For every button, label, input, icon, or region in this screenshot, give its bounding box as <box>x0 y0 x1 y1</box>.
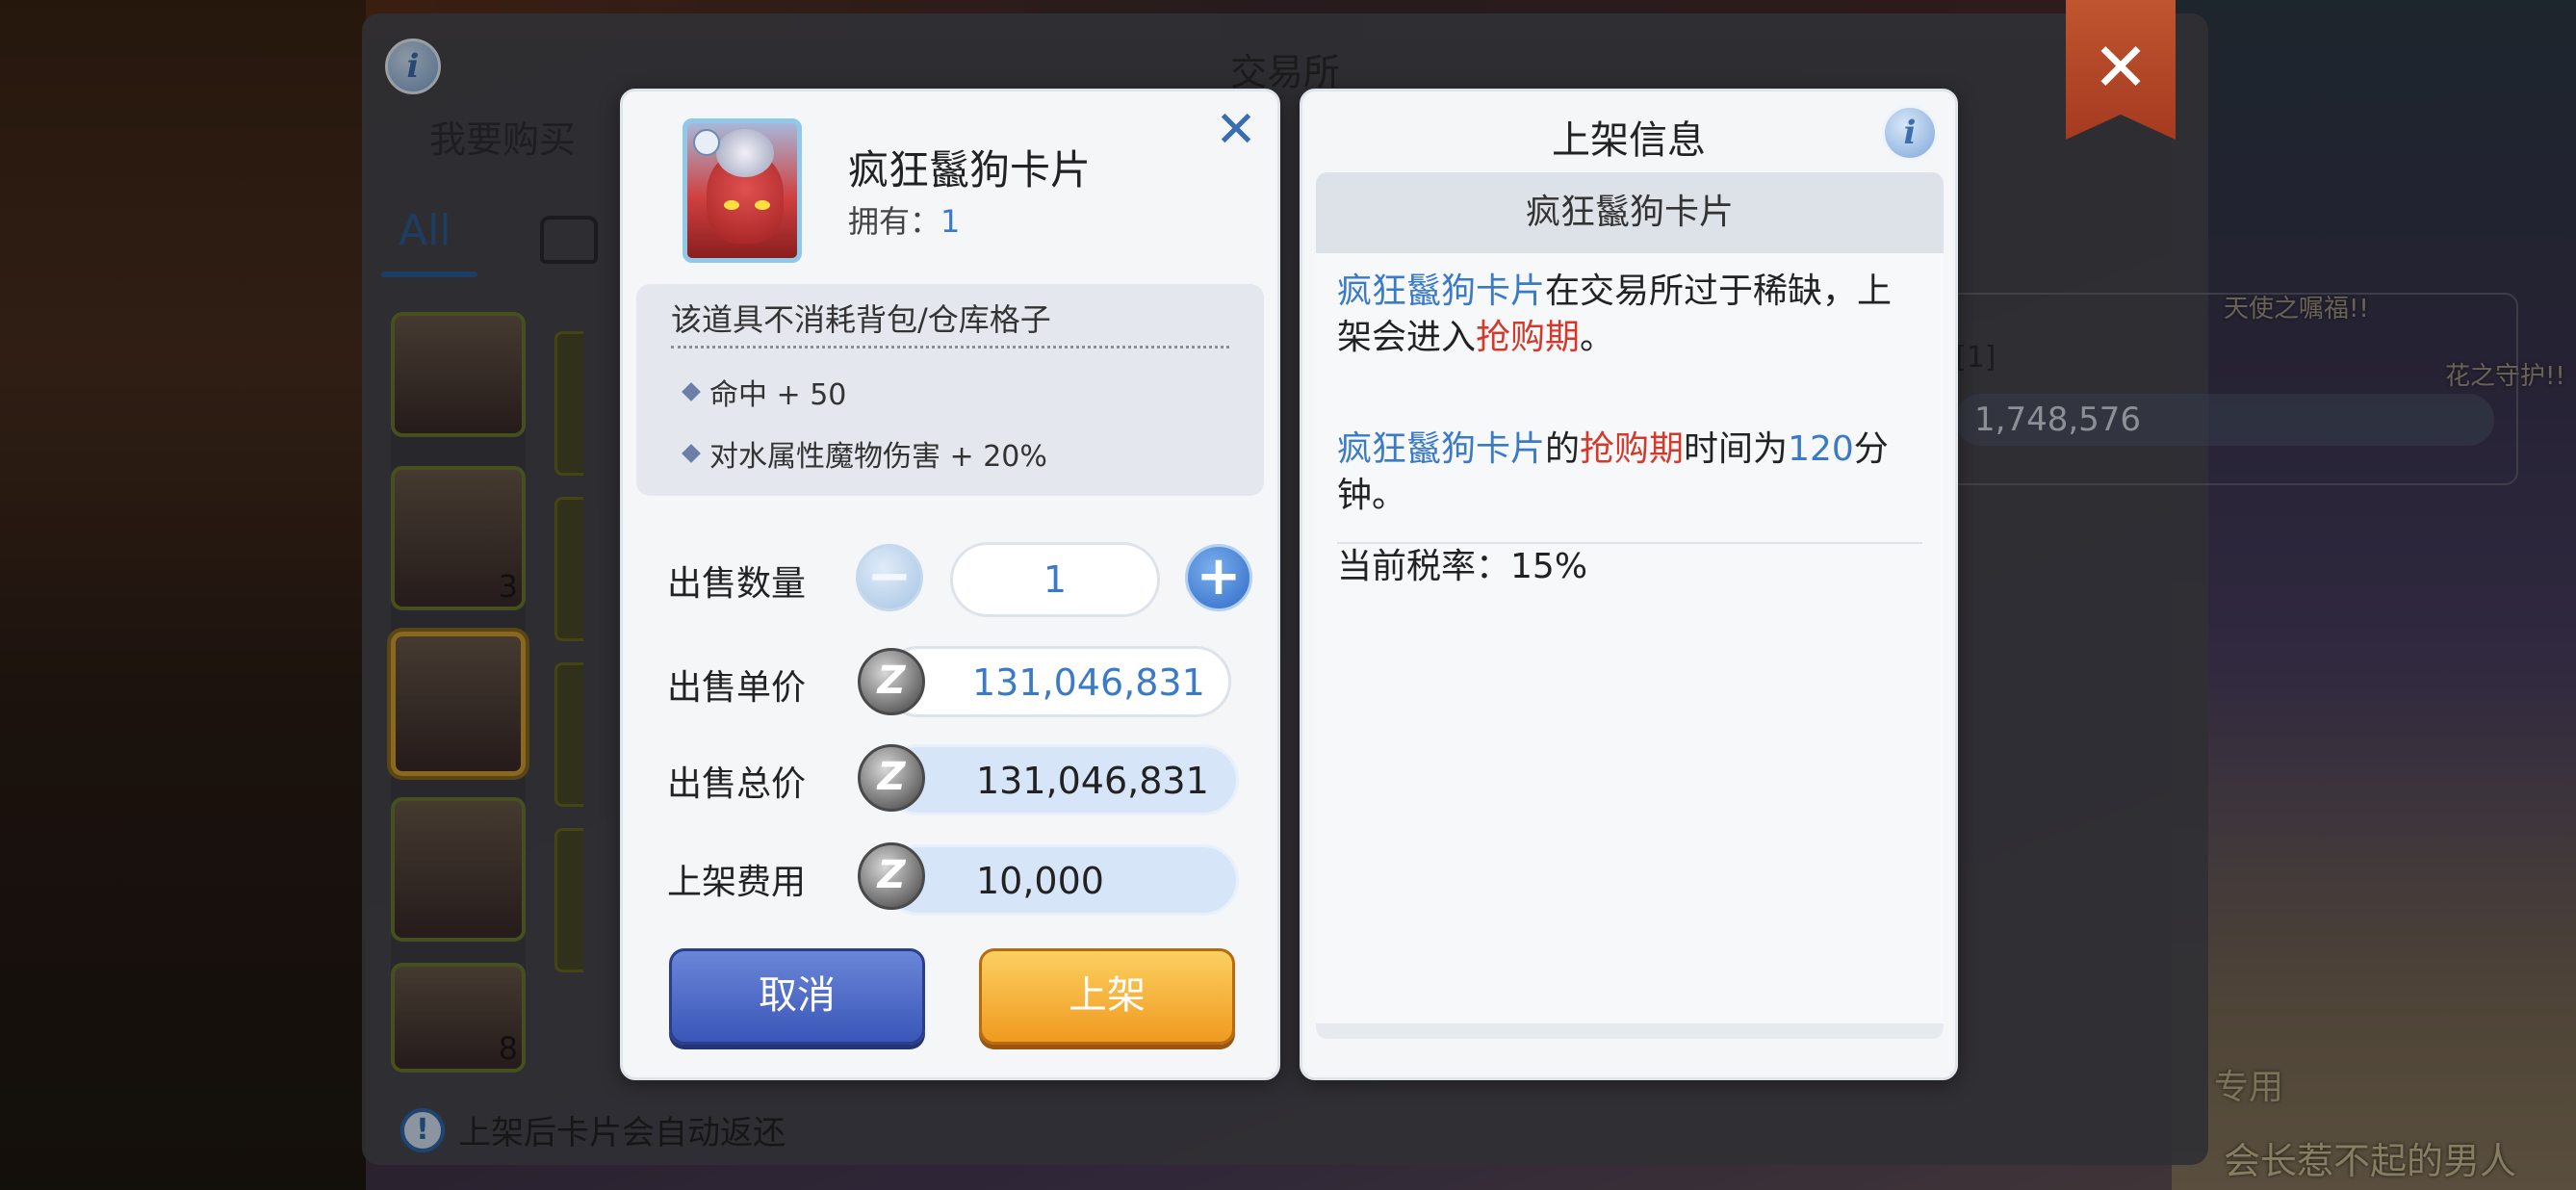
quantity-label: 出售数量 <box>667 564 807 604</box>
paragraph-text: 的 <box>1545 429 1581 469</box>
description-divider <box>671 346 1229 349</box>
rarity-paragraph: 疯狂鬣狗卡片在交易所过于稀缺，上架会进入抢购期。 <box>1337 269 1924 361</box>
tax-value: 15% <box>1510 547 1588 586</box>
quantity-input[interactable]: 1 <box>950 542 1160 617</box>
zeny-coin-icon: Z <box>858 744 925 812</box>
wolf-mane <box>716 129 774 177</box>
unit-price-label: 出售单价 <box>667 668 807 708</box>
modal-overlay <box>0 0 2576 1190</box>
paragraph-text: 。 <box>1580 318 1615 357</box>
item-name-link: 疯狂鬣狗卡片 <box>1337 429 1546 469</box>
item-card-icon <box>683 118 802 263</box>
rush-period-text: 抢购期 <box>1580 429 1685 469</box>
bullet-diamond-icon <box>682 444 701 463</box>
description-note: 该道具不消耗背包/仓库格子 <box>671 301 1051 338</box>
unit-price-input[interactable]: 131,046,831 <box>883 646 1231 717</box>
zeny-coin-icon: Z <box>858 648 925 715</box>
bullet-diamond-icon <box>682 382 701 401</box>
total-price-label: 出售总价 <box>667 764 807 804</box>
rush-period-text: 抢购期 <box>1476 318 1581 357</box>
stat-line: 对水属性魔物伤害 + 20% <box>682 432 1047 475</box>
listing-fee-value: 10,000 <box>883 844 1239 916</box>
cancel-button[interactable]: 取消 <box>669 948 925 1045</box>
item-name: 疯狂鬣狗卡片 <box>848 146 1092 194</box>
tax-label: 当前税率： <box>1337 547 1511 586</box>
info-icon[interactable]: i <box>1882 105 1938 161</box>
quantity-plus-button[interactable]: + <box>1185 544 1252 611</box>
item-description: 该道具不消耗背包/仓库格子 命中 + 50 对水属性魔物伤害 + 20% <box>636 284 1264 496</box>
rush-duration-paragraph: 疯狂鬣狗卡片的抢购期时间为120分钟。 <box>1337 427 1924 519</box>
stat-text: 命中 + 50 <box>709 378 847 412</box>
card-type-badge-icon <box>693 129 720 156</box>
listing-info-dialog: 上架信息 i 疯狂鬣狗卡片 疯狂鬣狗卡片在交易所过于稀缺，上架会进入抢购期。 疯… <box>1300 89 1958 1080</box>
stat-line: 命中 + 50 <box>682 371 847 413</box>
sell-dialog: 疯狂鬣狗卡片 拥有：1 ✕ 该道具不消耗背包/仓库格子 命中 + 50 对水属性… <box>620 89 1280 1080</box>
rush-minutes: 120 <box>1788 429 1854 469</box>
listing-fee-label: 上架费用 <box>667 863 807 902</box>
zeny-coin-icon: Z <box>858 842 925 910</box>
paragraph-text: 时间为 <box>1684 429 1789 469</box>
info-dialog-title: 上架信息 <box>1552 118 1706 163</box>
list-button[interactable]: 上架 <box>979 948 1235 1045</box>
owned-label: 拥有： <box>848 203 941 240</box>
info-content: 疯狂鬣狗卡片在交易所过于稀缺，上架会进入抢购期。 疯狂鬣狗卡片的抢购期时间为12… <box>1316 253 1944 1023</box>
close-icon[interactable]: ✕ <box>1212 105 1260 155</box>
tax-rate: 当前税率：15% <box>1337 544 1924 590</box>
owned-count: 1 <box>940 203 961 240</box>
item-name-link: 疯狂鬣狗卡片 <box>1337 272 1546 311</box>
total-price-value: 131,046,831 <box>883 744 1239 815</box>
info-item-name: 疯狂鬣狗卡片 <box>1316 172 1944 253</box>
info-body: 疯狂鬣狗卡片 疯狂鬣狗卡片在交易所过于稀缺，上架会进入抢购期。 疯狂鬣狗卡片的抢… <box>1316 172 1944 1039</box>
quantity-minus-button[interactable]: − <box>856 544 923 611</box>
wolf-eye <box>724 200 739 210</box>
item-owned: 拥有：1 <box>848 197 960 242</box>
wolf-eye <box>755 200 770 210</box>
stat-text: 对水属性魔物伤害 + 20% <box>709 440 1047 474</box>
